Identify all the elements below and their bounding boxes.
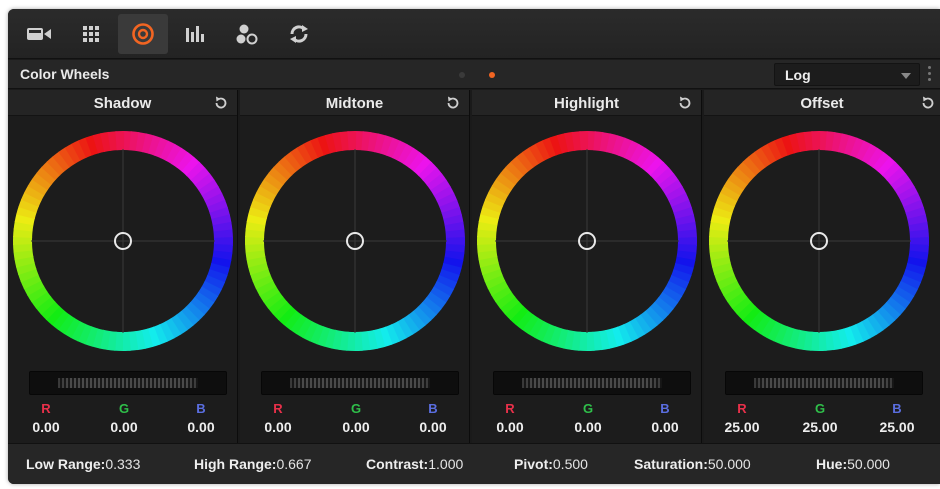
tool-grid[interactable] [66,14,116,54]
wheel-header: Midtone [240,90,469,116]
high-range-param[interactable]: High Range:0.667 [194,456,312,472]
channel-r[interactable]: R 0.00 [16,402,76,436]
channel-b[interactable]: B 0.00 [403,402,463,436]
wheel-title: Offset [800,95,844,112]
wheel-panel-highlight: Highlight R 0.00 G 0.00 B 0.00 [472,90,702,443]
channel-b[interactable]: B 0.00 [635,402,695,436]
wheel-panel-midtone: Midtone R 0.00 G 0.00 B 0.00 [240,90,470,443]
sync-icon [290,24,308,43]
color-wheel[interactable] [474,128,700,354]
channel-b[interactable]: B 25.00 [867,402,927,436]
color-wheel[interactable] [10,128,236,354]
tool-nodes[interactable] [222,14,272,54]
grid-icon [83,25,99,42]
channel-r[interactable]: R 0.00 [480,402,540,436]
pivot-param[interactable]: Pivot:0.500 [514,456,588,472]
wheel-header: Offset [704,90,940,116]
parameters-bar: Low Range:0.333 High Range:0.667 Contras… [8,443,940,484]
bars-icon [186,25,204,42]
nodes-icon [236,24,258,44]
wheel-panel-shadow: Shadow R 0.00 G 0.00 B 0.00 [8,90,238,443]
wheel-header: Shadow [8,90,237,116]
wheel-header: Highlight [472,90,701,116]
master-wheel-slider[interactable] [725,371,923,395]
color-wheel[interactable] [242,128,468,354]
tool-color-wheels[interactable] [118,13,168,54]
saturation-param[interactable]: Saturation:50.000 [634,456,751,472]
channel-g[interactable]: G 0.00 [558,402,618,436]
options-menu-icon[interactable] [928,66,932,84]
color-wheels-area: Shadow R 0.00 G 0.00 B 0.00 Midtone R 0.… [8,90,940,443]
page-dot-2-active[interactable] [489,72,495,78]
tool-camera[interactable] [14,14,64,54]
reset-icon[interactable] [920,95,936,111]
color-wheel[interactable] [706,128,932,354]
channel-g[interactable]: G 0.00 [326,402,386,436]
panel-title: Color Wheels [20,66,110,82]
tool-bars[interactable] [170,14,220,54]
wheel-title: Highlight [554,95,619,112]
wheel-title: Midtone [325,95,384,112]
page-dot-1[interactable] [459,72,465,78]
reset-icon[interactable] [445,95,461,111]
camera-icon [27,27,51,40]
reset-icon[interactable] [677,95,693,111]
master-wheel-slider[interactable] [493,371,691,395]
tool-sync[interactable] [274,14,324,54]
channel-g[interactable]: G 0.00 [94,402,154,436]
channel-g[interactable]: G 25.00 [790,402,850,436]
hue-param[interactable]: Hue:50.000 [816,456,890,472]
channel-b[interactable]: B 0.00 [171,402,231,436]
contrast-param[interactable]: Contrast:1.000 [366,456,463,472]
mode-dropdown[interactable]: Log [774,63,920,86]
master-wheel-slider[interactable] [261,371,459,395]
channel-r[interactable]: R 0.00 [248,402,308,436]
wheel-title: Shadow [93,95,152,112]
color-wheel-icon [132,22,154,45]
chevron-down-icon [901,73,911,79]
reset-icon[interactable] [213,95,229,111]
wheel-panel-offset: Offset R 25.00 G 25.00 B 25.00 [704,90,940,443]
low-range-param[interactable]: Low Range:0.333 [26,456,140,472]
master-wheel-slider[interactable] [29,371,227,395]
channel-r[interactable]: R 25.00 [712,402,772,436]
color-panel-window: Color Wheels Log Shadow R 0.00 G 0.00 B … [8,9,940,484]
toolbar [8,9,940,59]
mode-value: Log [785,67,811,83]
panel-header: Color Wheels Log [8,60,940,89]
